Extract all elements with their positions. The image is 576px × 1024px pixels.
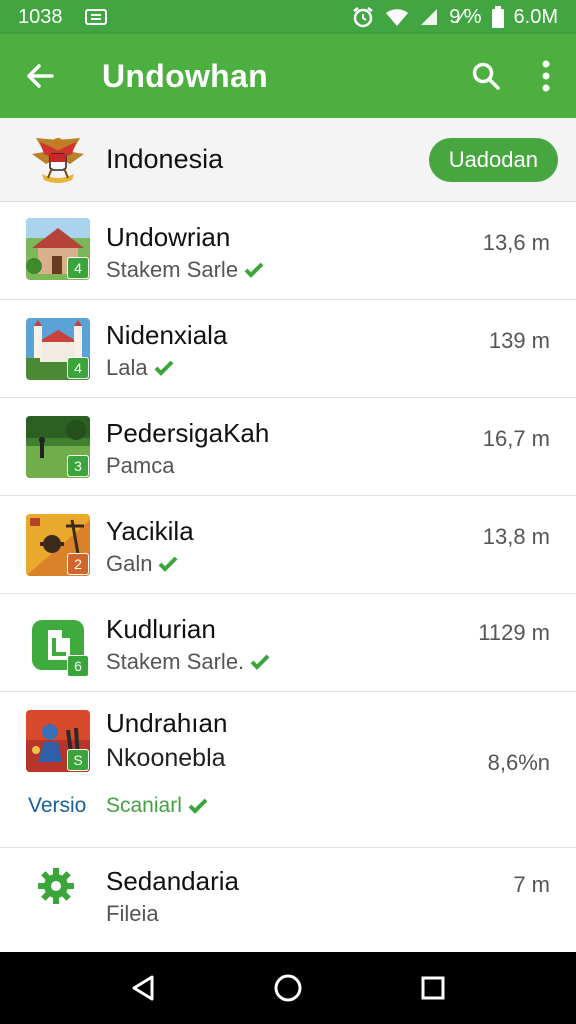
garuda-emblem-icon xyxy=(32,137,84,183)
item-size: 13,8 m xyxy=(482,524,550,549)
verified-check-icon xyxy=(244,262,264,278)
search-icon xyxy=(472,62,500,90)
alarm-icon xyxy=(351,5,375,29)
arrow-back-icon xyxy=(27,64,54,88)
app-thumbnail: 3 xyxy=(26,416,90,478)
item-subtitle: Lala xyxy=(106,355,174,381)
item-subtitle-text: Nkoonebla xyxy=(106,744,226,772)
app-thumbnail: 2 xyxy=(26,514,90,576)
item-size: 8,6%n xyxy=(487,750,550,775)
item-subtitle-text: Lala xyxy=(106,355,148,380)
item-subtitle: Galn xyxy=(106,551,178,577)
item-size: 139 m xyxy=(488,328,550,353)
verified-check-icon xyxy=(250,654,270,670)
list-item[interactable]: 4 Nidenxiala Lala 139 m xyxy=(0,300,576,398)
list-item[interactable]: Sedandaria Fileia 7 m xyxy=(0,848,576,942)
scan-status: Scaniarl xyxy=(106,794,208,818)
scan-status-text: Scaniarl xyxy=(106,794,182,817)
battery-icon xyxy=(491,6,504,28)
back-button[interactable] xyxy=(0,34,80,118)
item-size: 16,7 m xyxy=(482,426,550,451)
item-name: PedersigaKah xyxy=(106,418,270,448)
app-bar-actions xyxy=(456,34,576,118)
app-list: 4 Undowrian Stakem Sarle 13,6 m 4 Nidenx… xyxy=(0,202,576,942)
nav-home-icon xyxy=(274,974,302,1002)
list-item[interactable]: 4 Undowrian Stakem Sarle 13,6 m xyxy=(0,202,576,300)
item-name: Undowrian xyxy=(106,222,231,252)
app-thumbnail: S xyxy=(26,710,90,772)
item-subtitle: Stakem Sarle xyxy=(106,257,264,283)
item-name: Yacikila xyxy=(106,516,194,546)
item-name: Kudlurian xyxy=(106,614,216,644)
nav-recents-icon xyxy=(421,976,445,1000)
verified-check-icon xyxy=(188,798,208,814)
verified-check-icon xyxy=(154,360,174,376)
list-item[interactable]: S Undrahıan Nkoonebla 8,6%n Versio Scani… xyxy=(0,692,576,848)
item-size: 1129 m xyxy=(478,620,550,645)
item-badge: 6 xyxy=(67,655,89,677)
item-subtitle-text: Pamca xyxy=(106,453,175,478)
battery-percent: 9⁄% xyxy=(449,5,482,28)
data-usage-text: 6.0M xyxy=(513,5,558,28)
item-badge: S xyxy=(67,749,89,771)
nav-back-button[interactable] xyxy=(113,958,173,1018)
item-name: Sedandaria xyxy=(106,866,239,896)
item-name: Undrahıan xyxy=(106,708,228,738)
wifi-icon xyxy=(385,7,409,27)
gear-icon xyxy=(38,868,74,904)
list-item[interactable]: 3 PedersigaKah Pamca 16,7 m xyxy=(0,398,576,496)
app-thumbnail xyxy=(34,864,78,908)
item-subtitle: Pamca xyxy=(106,453,174,479)
more-options-button[interactable] xyxy=(516,34,576,118)
app-thumbnail: 4 xyxy=(26,318,90,380)
item-badge: 4 xyxy=(67,357,89,379)
item-subtitle-text: Fileia xyxy=(106,901,159,926)
item-subtitle: Nkoonebla xyxy=(106,744,226,773)
header-action-button[interactable]: Uadodan xyxy=(428,137,558,182)
item-badge: 4 xyxy=(67,257,89,279)
item-subtitle-text: Galn xyxy=(106,551,153,576)
nav-recents-button[interactable] xyxy=(403,958,463,1018)
nav-back-icon xyxy=(132,975,154,1001)
app-thumbnail: 4 xyxy=(26,218,90,280)
item-subtitle: Stakem Sarle. xyxy=(106,649,270,675)
item-badge: 2 xyxy=(67,553,89,575)
app-thumbnail: 6 xyxy=(26,616,90,678)
signal-icon xyxy=(419,7,439,27)
item-size: 7 m xyxy=(513,872,550,897)
version-label: Versio xyxy=(28,794,87,817)
item-size: 13,6 m xyxy=(482,230,550,255)
message-icon xyxy=(84,9,107,25)
country-name: Indonesia xyxy=(106,144,224,174)
item-subtitle-text: Stakem Sarle xyxy=(106,257,239,282)
list-item[interactable]: 6 Kudlurian Stakem Sarle. 1129 m xyxy=(0,594,576,692)
status-right-group: 9⁄% 6.0M xyxy=(351,5,558,29)
verified-check-icon xyxy=(159,556,178,572)
item-subtitle: Fileia xyxy=(106,901,159,927)
more-vert-icon xyxy=(542,60,550,92)
app-title: Undowhan xyxy=(102,57,268,94)
nav-home-button[interactable] xyxy=(258,958,318,1018)
country-header: Indonesia Uadodan xyxy=(0,118,576,202)
search-button[interactable] xyxy=(456,34,516,118)
status-bar: 1038 9⁄% 6.0M xyxy=(0,0,576,34)
list-item[interactable]: 2 Yacikila Galn 13,8 m xyxy=(0,496,576,594)
item-subtitle-text: Stakem Sarle. xyxy=(106,649,245,674)
system-nav-bar xyxy=(0,952,576,1024)
status-time: 1038 xyxy=(18,5,63,28)
item-name: Nidenxiala xyxy=(106,320,228,350)
app-bar: Undowhan xyxy=(0,34,576,118)
item-badge: 3 xyxy=(67,455,89,477)
